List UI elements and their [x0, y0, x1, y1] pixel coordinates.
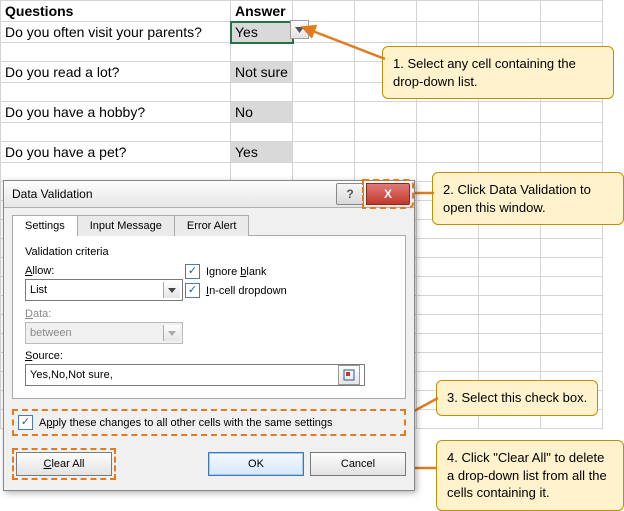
dialog-close-button[interactable]: X	[366, 183, 410, 205]
dialog-tabs: Settings Input Message Error Alert	[4, 208, 414, 235]
data-value: between	[30, 327, 72, 339]
apply-all-label: Apply these changes to all other cells w…	[39, 417, 333, 429]
allow-label: Allow:	[25, 265, 185, 277]
chevron-down-icon	[163, 282, 180, 298]
chevron-down-icon	[163, 325, 180, 341]
header-questions: Questions	[1, 1, 231, 22]
callout-4: 4. Click "Clear All" to delete a drop-do…	[436, 440, 624, 511]
source-label: Source:	[25, 350, 393, 362]
ignore-blank-checkbox[interactable]	[185, 264, 200, 279]
answer-cell[interactable]: Not sure	[231, 62, 293, 83]
cell-dropdown-button[interactable]	[290, 20, 309, 39]
answer-cell[interactable]: No	[231, 102, 293, 123]
question-cell[interactable]: Do you have a hobby?	[1, 102, 231, 123]
ok-button[interactable]: OK	[208, 452, 304, 476]
question-cell[interactable]: Do you have a pet?	[1, 142, 231, 163]
dialog-title: Data Validation	[12, 187, 334, 201]
apply-all-checkbox[interactable]	[18, 415, 33, 430]
data-label: Data:	[25, 308, 185, 320]
validation-criteria-label: Validation criteria	[25, 246, 393, 258]
dialog-help-button[interactable]: ?	[336, 183, 364, 205]
incell-dropdown-checkbox[interactable]	[185, 283, 200, 298]
tab-settings[interactable]: Settings	[12, 215, 78, 236]
question-cell[interactable]: Do you often visit your parents?	[1, 22, 231, 43]
clear-all-button[interactable]: Clear All	[16, 452, 112, 476]
incell-dropdown-label: In-cell dropdown	[206, 285, 287, 297]
tab-error-alert[interactable]: Error Alert	[174, 215, 250, 236]
data-validation-dialog: Data Validation ? X Settings Input Messa…	[3, 180, 415, 491]
callout-3: 3. Select this check box.	[436, 380, 598, 416]
source-value: Yes,No,Not sure,	[30, 369, 113, 381]
allow-value: List	[30, 284, 47, 296]
callout-1: 1. Select any cell containing the drop-d…	[382, 46, 614, 99]
header-answer: Answer	[231, 1, 293, 22]
question-cell[interactable]: Do you read a lot?	[1, 62, 231, 83]
data-select: between	[25, 322, 183, 344]
answer-cell[interactable]: Yes	[231, 142, 293, 163]
allow-select[interactable]: List	[25, 279, 183, 301]
callout-2: 2. Click Data Validation to open this wi…	[432, 172, 624, 225]
source-input[interactable]: Yes,No,Not sure,	[25, 364, 365, 386]
answer-cell-selected[interactable]: Yes	[231, 22, 293, 43]
ignore-blank-label: Ignore blank	[206, 266, 267, 278]
cancel-button[interactable]: Cancel	[310, 452, 406, 476]
range-picker-icon[interactable]	[338, 365, 360, 385]
tab-input-message[interactable]: Input Message	[77, 215, 175, 236]
tab-settings-page: Validation criteria Allow: List Ignore b…	[12, 235, 406, 399]
